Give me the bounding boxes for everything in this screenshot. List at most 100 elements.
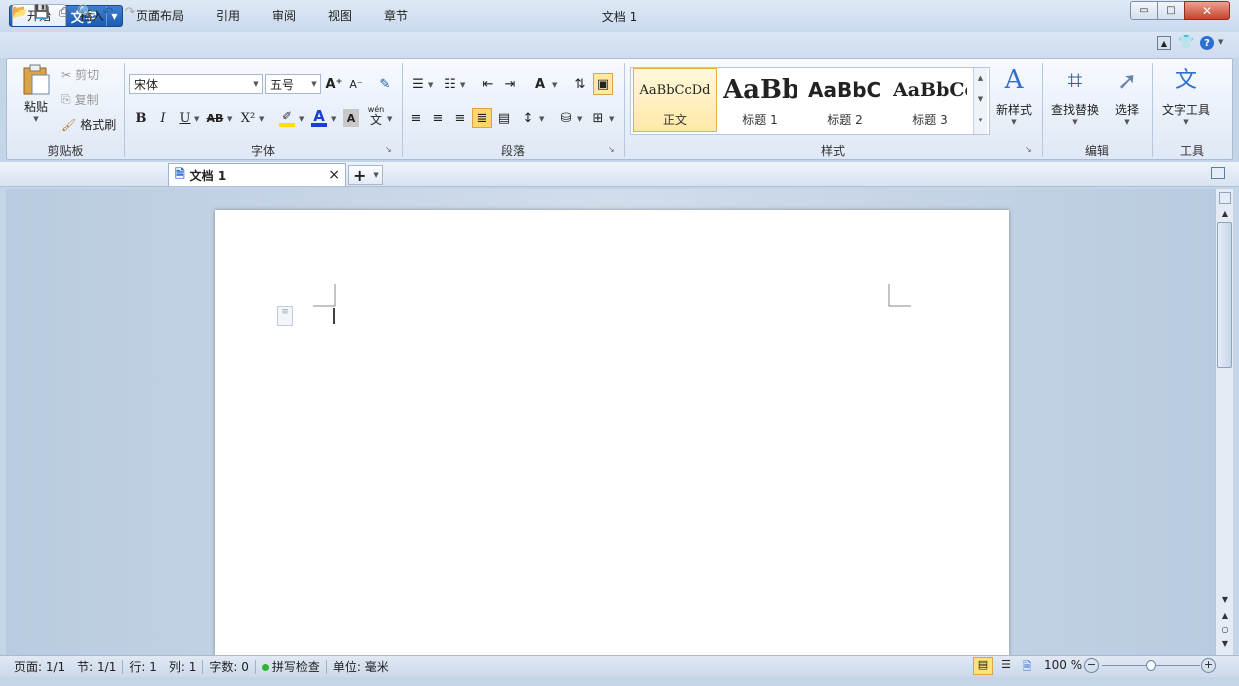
char-shading-icon[interactable]: A xyxy=(343,109,359,127)
zoom-in-icon[interactable]: + xyxy=(1201,658,1216,673)
outline-view-icon[interactable]: ☰ xyxy=(997,658,1015,674)
chevron-down-icon[interactable]: ▼ xyxy=(577,115,582,123)
paste-button[interactable]: 粘贴 ▼ xyxy=(15,63,57,123)
document-page[interactable]: ≡ xyxy=(215,210,1009,656)
shading-fill-icon[interactable]: ⛁ xyxy=(557,109,575,127)
superscript-button[interactable]: X² xyxy=(239,109,257,127)
tab-view[interactable]: 视图 xyxy=(314,4,366,26)
print-icon[interactable]: ⎙ xyxy=(55,4,73,21)
help-icon[interactable]: ? xyxy=(1200,36,1214,50)
tab-review[interactable]: 审阅 xyxy=(258,4,310,26)
print-preview-icon[interactable]: 🔍 xyxy=(77,4,95,21)
chevron-down-icon[interactable]: ▼ xyxy=(539,115,544,123)
font-size-select[interactable]: 五号 ▼ xyxy=(265,74,321,94)
status-word-count[interactable]: 字数: 0 xyxy=(203,658,255,675)
chevron-down-icon[interactable]: ▼ xyxy=(299,115,304,123)
line-spacing-icon[interactable]: ↕ xyxy=(519,109,537,127)
text-tools-button[interactable]: 文 文字工具 ▼ xyxy=(1157,63,1215,126)
numbered-list-icon[interactable]: ☷ xyxy=(441,75,459,93)
chevron-down-icon[interactable]: ▼ xyxy=(460,81,465,89)
zoom-level[interactable]: 100 % xyxy=(1044,658,1082,672)
vertical-scrollbar[interactable]: ▲ ▼ ▲ ○ ▼ xyxy=(1215,189,1233,655)
cut-button[interactable]: ✂ 剪切 xyxy=(61,66,99,83)
chevron-down-icon[interactable]: ▼ xyxy=(331,115,336,123)
align-center-icon[interactable]: ≡ xyxy=(429,109,447,127)
chevron-down-icon[interactable]: ▼ xyxy=(387,115,392,123)
undo-icon[interactable]: ↶ xyxy=(99,4,117,21)
style-gallery-scroll[interactable]: ▲ ▼ ▾ xyxy=(973,68,987,134)
clear-format-icon[interactable]: ✎ xyxy=(375,75,395,93)
pinyin-guide-button[interactable]: wén 文 xyxy=(365,105,387,127)
style-normal[interactable]: AaBbCcDd 正文 xyxy=(633,68,717,132)
distributed-align-icon[interactable]: ▤ xyxy=(495,109,513,127)
char-scale-icon[interactable]: A xyxy=(531,75,549,93)
highlight-button[interactable]: ✐ xyxy=(277,109,297,127)
chevron-down-icon[interactable]: ▼ xyxy=(1218,38,1223,46)
dialog-launcher-icon[interactable]: ↘ xyxy=(1025,145,1032,154)
align-right-icon[interactable]: ≡ xyxy=(451,109,469,127)
page-view-icon[interactable]: ▤ xyxy=(973,657,993,675)
new-style-button[interactable]: A 新样式 ▼ xyxy=(993,63,1035,126)
copy-button[interactable]: ⎘ 复制 xyxy=(61,91,99,108)
minimize-button[interactable]: ▭ xyxy=(1130,1,1158,20)
dialog-launcher-icon[interactable]: ↘ xyxy=(608,145,615,154)
document-tab[interactable]: 🗎 文档 1 × xyxy=(168,163,346,186)
close-button[interactable]: ✕ xyxy=(1184,1,1230,20)
align-left-icon[interactable]: ≡ xyxy=(407,109,425,127)
chevron-down-icon[interactable]: ▼ xyxy=(428,81,433,89)
decrease-indent-icon[interactable]: ⇤ xyxy=(479,75,497,93)
zoom-out-icon[interactable]: − xyxy=(1084,658,1099,673)
chevron-down-icon[interactable]: ▼ xyxy=(259,115,264,123)
underline-button[interactable]: U xyxy=(177,109,193,127)
style-heading-3[interactable]: AaBbCc 标题 3 xyxy=(892,68,968,132)
font-name-select[interactable]: 宋体 ▼ xyxy=(129,74,263,94)
zoom-slider-thumb[interactable] xyxy=(1146,660,1156,671)
bold-button[interactable]: B xyxy=(133,109,149,127)
tab-references[interactable]: 引用 xyxy=(202,4,254,26)
show-hide-marks-icon[interactable]: ▣ xyxy=(593,73,613,95)
style-heading-1[interactable]: AaBb( 标题 1 xyxy=(722,68,798,132)
clipboard-group-label: 剪贴板 xyxy=(47,144,84,158)
save-icon[interactable]: 💾 xyxy=(33,4,51,21)
style-heading-2[interactable]: AaBbC( 标题 2 xyxy=(807,68,883,132)
scroll-up-icon[interactable]: ▲ xyxy=(1218,209,1232,218)
chevron-down-icon[interactable]: ▼ xyxy=(194,115,199,123)
ruler-toggle-icon[interactable] xyxy=(1219,192,1231,204)
tab-list-icon[interactable] xyxy=(1211,167,1225,179)
find-replace-button[interactable]: ⌗ 查找替换 ▼ xyxy=(1047,63,1103,126)
increase-indent-icon[interactable]: ⇥ xyxy=(501,75,519,93)
font-name-value: 宋体 xyxy=(134,77,159,92)
grow-font-button[interactable]: A⁺ xyxy=(325,75,343,93)
redo-icon[interactable]: ↷ xyxy=(121,4,139,21)
collapse-ribbon-icon[interactable]: ▲ xyxy=(1157,36,1171,50)
shrink-font-button[interactable]: A⁻ xyxy=(347,75,365,93)
strikethrough-button[interactable]: AB xyxy=(205,109,225,127)
chevron-down-icon[interactable]: ▼ xyxy=(552,81,557,89)
paragraph-marker-icon[interactable]: ≡ xyxy=(277,306,293,326)
close-tab-icon[interactable]: × xyxy=(328,167,340,183)
italic-button[interactable]: I xyxy=(155,109,171,127)
next-page-icon[interactable]: ▼ xyxy=(1218,639,1232,648)
borders-icon[interactable]: ⊞ xyxy=(589,109,607,127)
new-tab-button[interactable]: + ▼ xyxy=(348,165,383,185)
restore-button[interactable]: □ xyxy=(1157,1,1185,20)
tab-chapter[interactable]: 章节 xyxy=(370,4,422,26)
skin-icon[interactable]: 👕 xyxy=(1178,35,1194,50)
chevron-down-icon[interactable]: ▼ xyxy=(227,115,232,123)
dialog-launcher-icon[interactable]: ↘ xyxy=(385,145,392,154)
chevron-down-icon[interactable]: ▼ xyxy=(609,115,614,123)
previous-page-icon[interactable]: ▲ xyxy=(1218,611,1232,620)
customize-toolbar-icon[interactable]: ▾ xyxy=(147,4,165,21)
scrollbar-thumb[interactable] xyxy=(1217,222,1232,368)
scroll-down-icon[interactable]: ▼ xyxy=(1218,595,1232,604)
web-view-icon[interactable]: 🗎 xyxy=(1018,658,1036,674)
format-painter-button[interactable]: 🖌 格式刷 xyxy=(61,116,116,133)
sort-icon[interactable]: ⇅ xyxy=(571,75,589,93)
bullet-list-icon[interactable]: ☰ xyxy=(409,75,427,93)
select-button[interactable]: ➚ 选择 ▼ xyxy=(1109,63,1145,126)
browse-object-icon[interactable]: ○ xyxy=(1218,625,1232,634)
justify-icon[interactable]: ≣ xyxy=(472,108,492,128)
font-color-button[interactable]: A xyxy=(309,107,329,127)
spell-check-button[interactable]: 拼写检查 xyxy=(256,658,326,675)
open-folder-icon[interactable]: 📂 xyxy=(11,4,29,21)
